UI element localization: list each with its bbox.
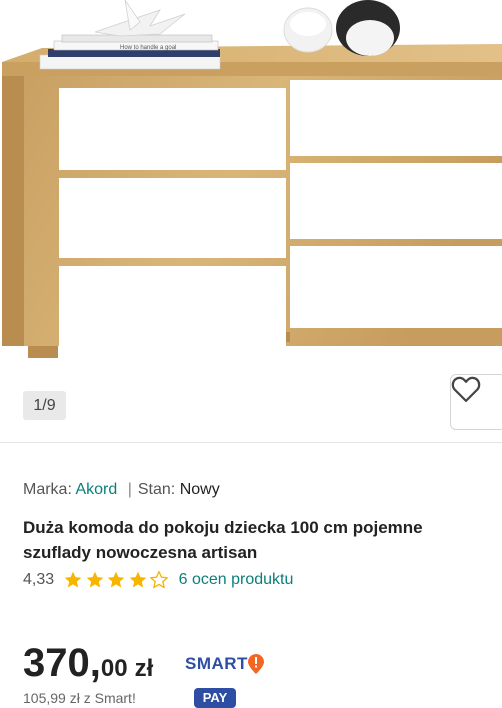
- rating-value: 4,33: [23, 571, 55, 588]
- heart-icon: [451, 376, 481, 402]
- book-spine-text: How to handle a goal: [120, 45, 176, 51]
- divider: [0, 442, 502, 443]
- star-empty-icon: [150, 571, 169, 589]
- smart-badge[interactable]: SMART: [185, 654, 264, 674]
- product-image-gallery[interactable]: How to handle a goal 1/9: [0, 0, 502, 442]
- meta-separator: |: [127, 481, 132, 498]
- smart-label: SMART: [185, 654, 248, 673]
- product-title: Duża komoda do pokoju dziecka 100 cm poj…: [23, 518, 423, 562]
- star-full-icon: [107, 571, 125, 588]
- condition-label: Stan:: [137, 481, 176, 498]
- price-integer: 370,: [23, 641, 101, 685]
- product-image: How to handle a goal: [2, 0, 502, 358]
- image-counter: 1/9: [23, 391, 66, 420]
- brand-label: Marka:: [23, 481, 72, 498]
- star-full-icon: [129, 571, 146, 588]
- smart-info-text: 105,99 zł z Smart!: [23, 690, 136, 706]
- smart-info-row: 105,99 zł z Smart!: [23, 690, 136, 706]
- reviews-link[interactable]: 6 ocen produktu: [179, 571, 294, 589]
- smart-exclamation-icon: [247, 654, 264, 674]
- rating-stars: [63, 570, 171, 590]
- star-full-icon: [64, 571, 82, 588]
- brand-link[interactable]: Akord: [75, 481, 117, 498]
- product-meta: Marka: Akord | Stan: Nowy: [23, 481, 220, 499]
- favorite-button[interactable]: [450, 374, 502, 430]
- rating-row[interactable]: 4,33 6 ocen produktu: [23, 570, 293, 590]
- condition-value: Nowy: [179, 481, 220, 498]
- price: 370, 00 zł: [23, 641, 153, 686]
- pay-badge: PAY: [194, 688, 236, 708]
- star-full-icon: [86, 571, 103, 588]
- price-fraction: 00: [100, 655, 128, 682]
- price-currency: zł: [134, 655, 154, 682]
